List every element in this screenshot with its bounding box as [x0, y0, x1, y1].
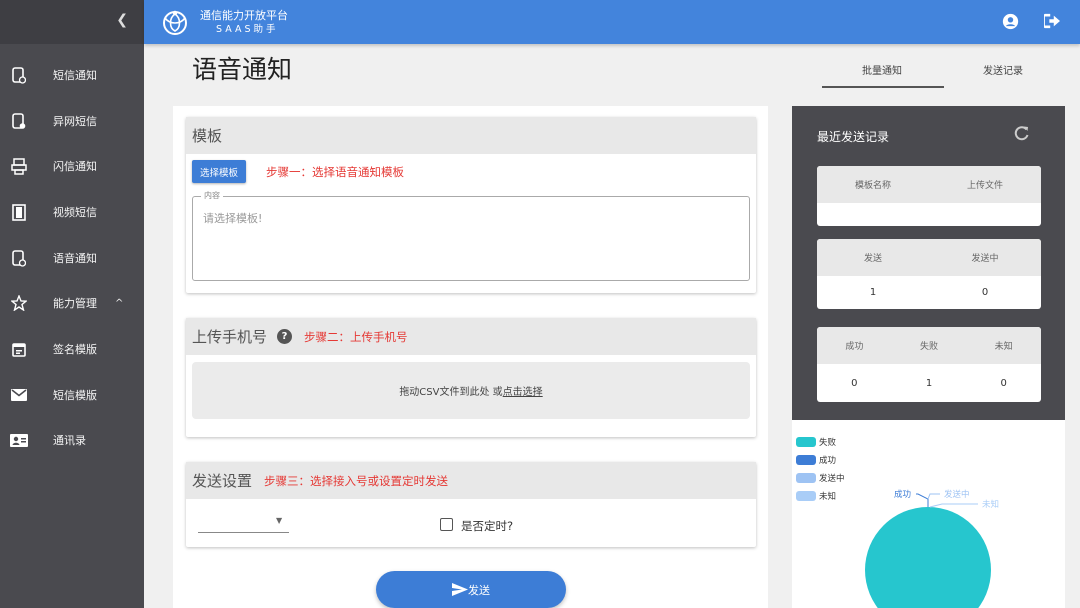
send-settings-header: 发送设置 步骤三：选择接入号或设置定时发送	[186, 462, 756, 499]
sidebar: ❮ 短信通知异网短信闪信通知视频短信语音通知能力管理 ^ 签名模版短信模版通讯录	[0, 0, 144, 608]
sidebar-item-label: 短信通知	[53, 69, 97, 82]
template-panel-title: 模板	[192, 127, 223, 145]
sms-phone-icon	[10, 66, 28, 84]
stat-header: 模板名称	[854, 181, 891, 191]
timer-checkbox[interactable]	[440, 518, 453, 531]
sidebar-item-label: 签名模版	[53, 343, 97, 356]
sidebar-item-label: 能力管理	[53, 297, 97, 310]
chevron-left-icon[interactable]: ❮	[116, 12, 128, 28]
sidebar-item-0[interactable]: 短信通知	[0, 52, 144, 98]
sidebar-item-6[interactable]: 签名模版	[0, 326, 144, 372]
calendar-icon	[10, 340, 28, 358]
stat-value: 0	[1000, 377, 1007, 389]
slice-label: 成功	[894, 489, 911, 500]
sidebar-item-1[interactable]: 异网短信	[0, 98, 144, 144]
send-settings-panel: 发送设置 步骤三：选择接入号或设置定时发送 ▼ 是否定时?	[186, 462, 756, 547]
result-status-card: 成功 失败 未知 0 1 0	[817, 327, 1041, 402]
active-tab-indicator	[822, 86, 944, 88]
stat-header: 失败	[920, 342, 939, 352]
sidebar-item-7[interactable]: 短信模版	[0, 372, 144, 418]
phone-settings-icon	[10, 112, 28, 130]
slice-leader-line	[916, 493, 929, 507]
csv-drop-zone[interactable]: 拖动CSV文件到此处 或 点击选择	[192, 362, 750, 419]
sidebar-item-5[interactable]: 能力管理 ^	[0, 280, 144, 326]
pie-svg: 成功 发送中未知	[865, 489, 999, 608]
video-film-icon	[10, 203, 28, 221]
template-file-card: 模板名称 上传文件	[817, 166, 1041, 226]
sidebar-item-label: 语音通知	[53, 252, 97, 265]
sidebar-item-label: 视频短信	[53, 206, 97, 219]
template-content-field[interactable]: 内容 请选择模板!	[192, 190, 750, 281]
top-header: 通信能力开放平台 SAAS助手	[144, 0, 1080, 44]
sidebar-item-8[interactable]: 通讯录	[0, 417, 144, 463]
status-pie-chart: 失败 成功 发送中 未知 成功 发送中 未知	[792, 420, 1065, 608]
template-panel-header: 模板	[186, 117, 756, 154]
brand-subtitle: SAAS助手	[216, 24, 279, 35]
upload-panel: 上传手机号 ? 步骤二：上传手机号 拖动CSV文件到此处 或 点击选择	[186, 318, 756, 437]
step-two-note: 步骤二：上传手机号	[304, 329, 408, 344]
stat-value: 0	[851, 377, 858, 389]
send-icon	[452, 583, 468, 596]
sidebar-item-2[interactable]: 闪信通知	[0, 143, 144, 189]
timer-checkbox-label: 是否定时?	[461, 519, 514, 533]
stat-header: 上传文件	[966, 181, 1003, 191]
click-select-link[interactable]: 点击选择	[503, 383, 543, 398]
mail-icon	[10, 386, 28, 404]
tab-send-records[interactable]: 发送记录	[983, 62, 1023, 77]
pie-slice[interactable]	[865, 507, 991, 608]
sidebar-item-4[interactable]: 语音通知	[0, 235, 144, 281]
send-status-card: 发送 发送中 1 0	[817, 239, 1041, 309]
slice-leader-line	[929, 503, 978, 508]
help-icon[interactable]: ?	[277, 329, 293, 344]
account-icon[interactable]	[1000, 11, 1020, 31]
upload-panel-header: 上传手机号 ? 步骤二：上传手机号	[186, 318, 756, 355]
sidebar-item-3[interactable]: 视频短信	[0, 189, 144, 235]
logout-icon[interactable]	[1042, 11, 1062, 31]
stat-header: 发送	[863, 254, 882, 264]
select-underline	[198, 532, 289, 533]
template-panel: 模板 选择模板 步骤一：选择语音通知模板 内容 请选择模板!	[186, 117, 756, 293]
voice-phone-icon	[10, 249, 28, 267]
content-legend: 内容	[201, 190, 223, 201]
chevron-up-icon[interactable]: ^	[115, 298, 123, 309]
stat-header: 发送中	[971, 254, 999, 264]
recent-records-title: 最近发送记录	[817, 130, 890, 144]
sidebar-item-label: 闪信通知	[53, 160, 97, 173]
drop-zone-text: 拖动CSV文件到此处 或	[399, 387, 503, 398]
refresh-icon[interactable]	[1014, 125, 1030, 141]
stat-value: 1	[869, 287, 877, 298]
sidebar-item-label: 短信模版	[53, 389, 97, 402]
slice-leader-line	[927, 493, 940, 500]
flash-sms-icon	[10, 157, 28, 175]
logo-icon	[163, 10, 187, 35]
slice-label: 未知	[982, 499, 999, 510]
star-icon	[10, 294, 28, 312]
stat-value: 1	[925, 377, 933, 389]
send-button-label: 发送	[468, 583, 490, 597]
sidebar-item-label: 通讯录	[53, 434, 86, 447]
caret-down-icon[interactable]: ▼	[276, 516, 282, 525]
send-settings-title: 发送设置	[192, 472, 253, 490]
content-placeholder: 请选择模板!	[203, 212, 263, 225]
upload-panel-title: 上传手机号	[192, 328, 268, 346]
step-one-note: 步骤一：选择语音通知模板	[266, 165, 404, 179]
step-three-note: 步骤三：选择接入号或设置定时发送	[264, 473, 449, 488]
recent-records-panel: 最近发送记录 模板名称 上传文件 发送 发送中 1 0 成功 失败 未知 0 1…	[792, 106, 1065, 420]
send-button[interactable]: 发送	[376, 571, 566, 608]
contacts-icon	[10, 431, 28, 449]
page-title: 语音通知	[192, 55, 293, 84]
stat-header: 未知	[994, 342, 1013, 352]
select-template-button[interactable]: 选择模板	[192, 160, 246, 183]
stat-header: 成功	[845, 342, 864, 352]
slice-label: 发送中	[944, 489, 970, 500]
tab-batch-notice[interactable]: 批量通知	[862, 62, 902, 77]
sidebar-item-label: 异网短信	[53, 115, 97, 128]
sidebar-header: ❮	[0, 0, 144, 44]
stat-value: 0	[981, 287, 989, 298]
